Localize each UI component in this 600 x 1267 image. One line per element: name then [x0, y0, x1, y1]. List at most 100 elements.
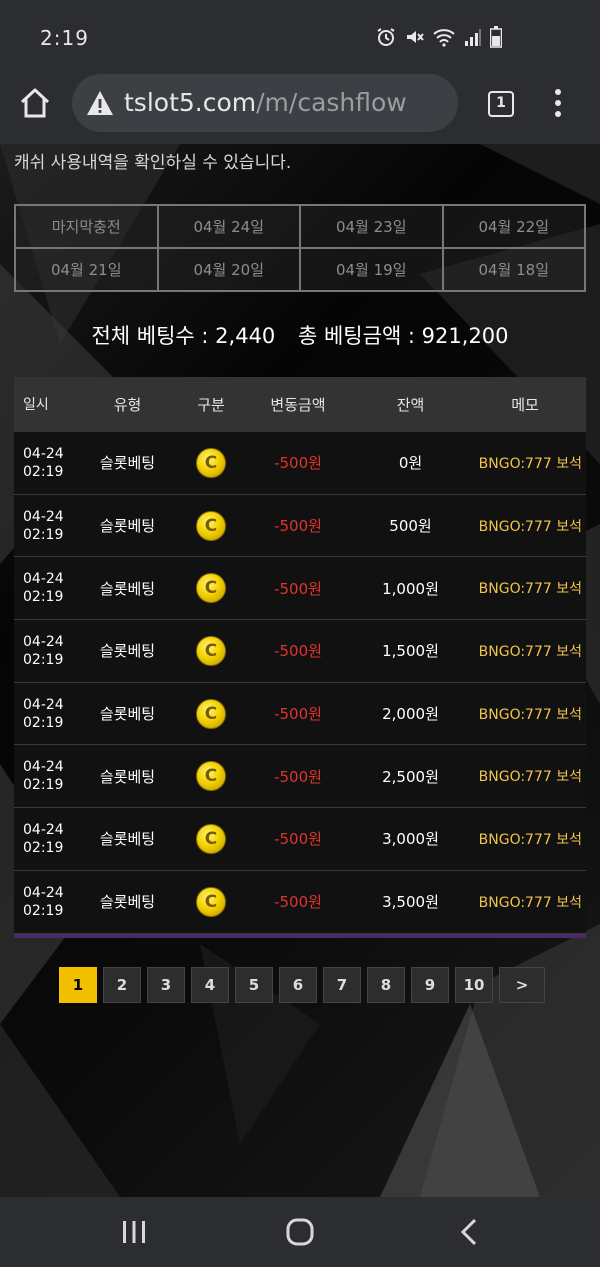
row-type: 슬롯베팅 — [99, 454, 156, 473]
row-date: 04-24 — [23, 821, 64, 838]
row-type: 슬롯베팅 — [99, 642, 156, 661]
date-filter-grid: 마지막충전 04월 24일 04월 23일 04월 22일 04월 21일 04… — [14, 204, 586, 292]
row-balance: 500원 — [389, 517, 432, 536]
betting-summary: 전체 베팅수 : 2,440 총 베팅금액 : 921,200 — [0, 320, 600, 350]
row-memo: BNGO:777 보석 — [478, 581, 582, 598]
row-kind: C — [179, 886, 243, 917]
page-button-7[interactable]: 7 — [323, 967, 361, 1003]
row-datetime: 04-24 02:19 — [14, 758, 76, 794]
date-filter-0418[interactable]: 04월 18일 — [442, 248, 585, 291]
row-balance: 2,500원 — [382, 767, 439, 786]
row-time: 02:19 — [23, 839, 64, 856]
row-date: 04-24 — [23, 445, 64, 462]
table-row: 04-24 02:19 슬롯베팅 C -500원 1,000원 BNGO:777 보석 — [14, 557, 586, 621]
tab-switcher-button[interactable]: 1 — [488, 91, 514, 117]
page-button-3[interactable]: 3 — [147, 967, 185, 1003]
address-bar[interactable]: tslot5.com/m/cashflow — [72, 74, 458, 132]
row-type: 슬롯베팅 — [99, 767, 156, 786]
menu-button[interactable] — [552, 88, 564, 118]
home-icon — [20, 88, 50, 118]
row-datetime: 04-24 02:19 — [14, 884, 76, 920]
row-date: 04-24 — [23, 508, 64, 525]
row-datetime: 04-24 02:19 — [14, 821, 76, 857]
home-nav-button[interactable] — [284, 1217, 316, 1247]
date-filter-0423[interactable]: 04월 23일 — [300, 205, 443, 248]
date-filter-0421[interactable]: 04월 21일 — [15, 248, 158, 291]
home-button[interactable] — [18, 86, 52, 120]
page-button-6[interactable]: 6 — [279, 967, 317, 1003]
row-time: 02:19 — [23, 526, 64, 543]
row-kind: C — [179, 447, 243, 478]
date-filter-last-charge[interactable]: 마지막충전 — [15, 205, 158, 248]
row-time: 02:19 — [23, 463, 64, 480]
row-memo: BNGO:777 보석 — [478, 643, 582, 660]
row-memo: BNGO:777 보석 — [478, 518, 582, 535]
row-memo: BNGO:777 보석 — [478, 706, 582, 723]
coin-icon: C — [196, 573, 226, 604]
pagination: 1 2 3 4 5 6 7 8 9 10 > — [59, 967, 545, 1003]
row-type: 슬롯베팅 — [99, 830, 156, 849]
recent-apps-button[interactable] — [118, 1217, 150, 1247]
row-date: 04-24 — [23, 696, 64, 713]
row-change: -500원 — [274, 517, 322, 536]
row-change: -500원 — [274, 705, 322, 724]
warning-icon[interactable] — [86, 90, 114, 116]
row-memo: BNGO:777 보석 — [478, 831, 582, 848]
row-kind: C — [179, 510, 243, 541]
row-balance: 3,500원 — [382, 893, 439, 912]
header-type: 유형 — [113, 396, 142, 414]
header-kind: 구분 — [197, 396, 225, 414]
row-datetime: 04-24 02:19 — [14, 696, 76, 732]
page-button-5[interactable]: 5 — [235, 967, 273, 1003]
row-balance: 2,000원 — [382, 705, 439, 724]
coin-icon: C — [196, 823, 226, 854]
home-nav-icon — [286, 1218, 314, 1246]
recent-apps-icon — [123, 1221, 145, 1243]
total-bet-count: 전체 베팅수 : 2,440 — [91, 324, 276, 348]
row-kind: C — [179, 635, 243, 666]
table-row: 04-24 02:19 슬롯베팅 C -500원 3,500원 BNGO:777 보석 — [14, 870, 586, 934]
row-kind: C — [179, 823, 243, 854]
battery-icon — [489, 26, 503, 52]
date-filter-0419[interactable]: 04월 19일 — [300, 248, 443, 291]
row-datetime: 04-24 02:19 — [14, 508, 76, 544]
url-host: tslot5.com — [124, 88, 257, 117]
system-nav-bar — [0, 1197, 600, 1267]
date-filter-0420[interactable]: 04월 20일 — [157, 248, 300, 291]
date-filter-0424[interactable]: 04월 24일 — [157, 205, 300, 248]
table-row: 04-24 02:19 슬롯베팅 C -500원 2,500원 BNGO:777 보석 — [14, 745, 586, 809]
row-type: 슬롯베팅 — [99, 579, 156, 598]
page-button-2[interactable]: 2 — [103, 967, 141, 1003]
row-change: -500원 — [274, 830, 322, 849]
page-content: 캐쉬 사용내역을 확인하실 수 있습니다. 마지막충전 04월 24일 04월 … — [0, 144, 600, 1197]
row-memo: BNGO:777 보석 — [478, 455, 582, 472]
row-date: 04-24 — [23, 571, 64, 588]
total-bet-amount: 총 베팅금액 : 921,200 — [297, 324, 509, 348]
coin-icon: C — [196, 761, 226, 792]
page-button-1[interactable]: 1 — [59, 967, 97, 1003]
row-change: -500원 — [274, 893, 322, 912]
page-button-10[interactable]: 10 — [455, 967, 493, 1003]
row-datetime: 04-24 02:19 — [14, 570, 76, 606]
url-text[interactable]: tslot5.com/m/cashflow — [124, 88, 407, 117]
coin-icon: C — [196, 886, 226, 917]
row-time: 02:19 — [23, 777, 64, 794]
back-button[interactable] — [454, 1217, 486, 1247]
page-button-9[interactable]: 9 — [411, 967, 449, 1003]
row-date: 04-24 — [23, 633, 64, 650]
page-intro: 캐쉬 사용내역을 확인하실 수 있습니다. — [14, 153, 292, 173]
next-page-button[interactable]: > — [499, 967, 545, 1003]
row-type: 슬롯베팅 — [99, 893, 156, 912]
browser-toolbar: tslot5.com/m/cashflow 1 — [0, 58, 600, 144]
row-type: 슬롯베팅 — [99, 517, 156, 536]
date-filter-0422[interactable]: 04월 22일 — [442, 205, 585, 248]
table-row: 04-24 02:19 슬롯베팅 C -500원 0원 BNGO:777 보석 — [14, 432, 586, 495]
table-row: 04-24 02:19 슬롯베팅 C -500원 3,000원 BNGO:777 보석 — [14, 808, 586, 871]
cashflow-table: 일시 유형 구분 변동금액 잔액 메모 04-24 02:19 슬롯베팅 C -500원… — [14, 377, 586, 938]
page-button-8[interactable]: 8 — [367, 967, 405, 1003]
row-date: 04-24 — [23, 884, 64, 901]
back-icon — [460, 1218, 477, 1246]
page-button-4[interactable]: 4 — [191, 967, 229, 1003]
alarm-icon — [376, 27, 396, 51]
row-balance: 0원 — [398, 454, 423, 473]
